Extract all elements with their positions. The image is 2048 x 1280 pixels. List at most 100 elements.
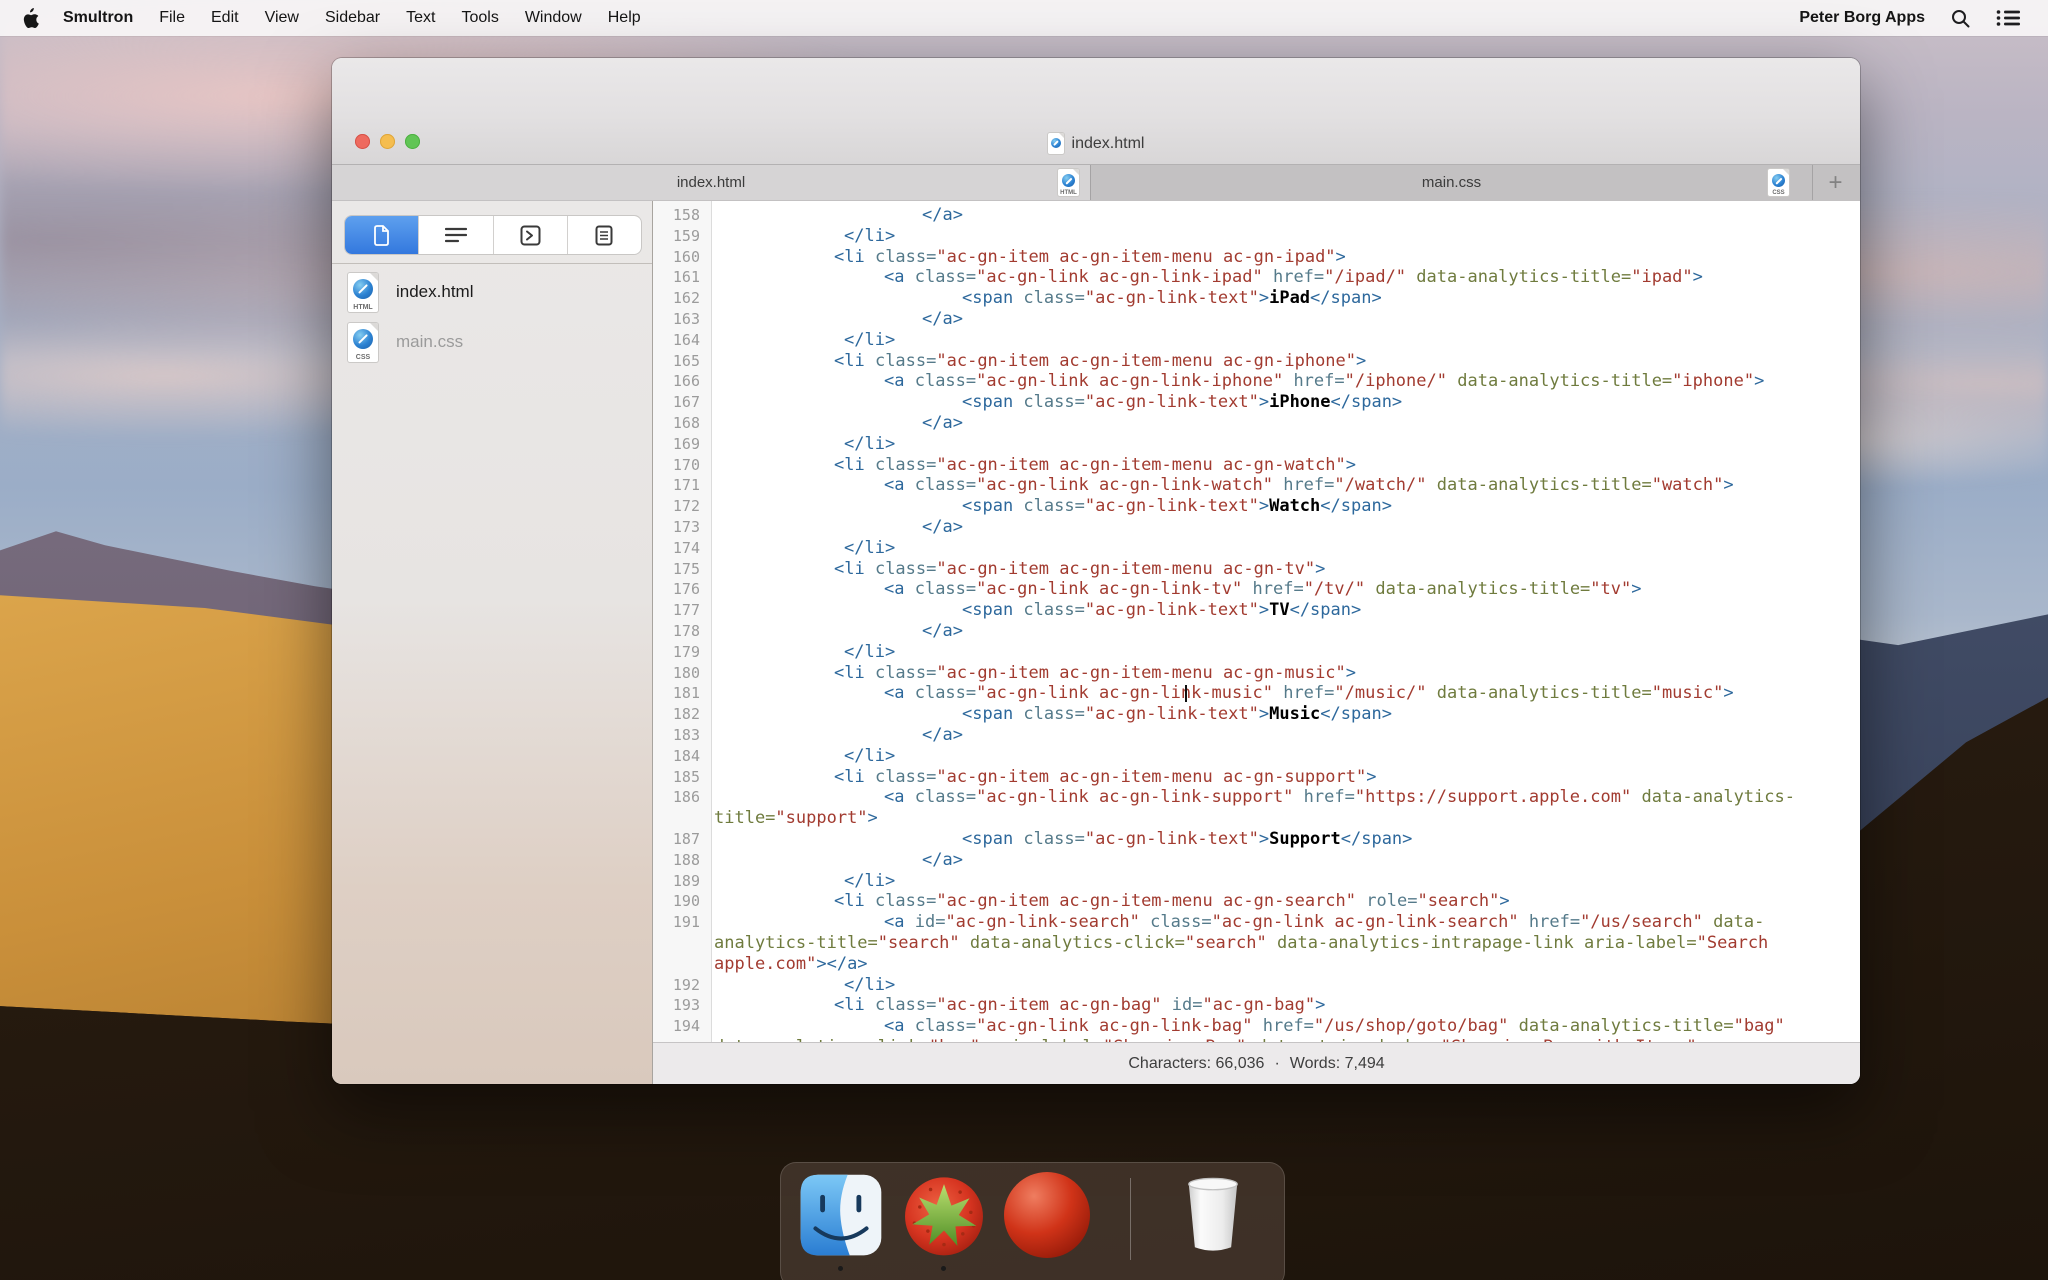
line-number: 177	[672, 601, 700, 620]
line-number: 178	[672, 622, 700, 640]
code-line[interactable]: </li>	[844, 871, 895, 892]
smultron-strawberry-icon[interactable]	[901, 1172, 987, 1258]
notes-view-button[interactable]	[568, 216, 641, 254]
code-line[interactable]: </a>	[922, 413, 963, 434]
code-line[interactable]: </a>	[922, 205, 963, 226]
red-ball-icon[interactable]	[1004, 1172, 1090, 1258]
search-icon[interactable]	[1951, 9, 1970, 28]
line-number: 186	[672, 788, 700, 807]
snippets-view-button[interactable]	[494, 216, 568, 254]
code-line[interactable]: <span class="ac-gn-link-text">Support</s…	[962, 829, 1412, 850]
code-line[interactable]: <a class="ac-gn-link ac-gn-link-music" h…	[884, 683, 1734, 704]
tab-index-html[interactable]: index.html HTML	[332, 165, 1090, 200]
code-line[interactable]: <a class="ac-gn-link ac-gn-link-iphone" …	[884, 371, 1764, 392]
apple-menu-icon[interactable]	[22, 8, 40, 28]
line-number: 172	[672, 497, 700, 516]
line-number: 187	[672, 830, 700, 848]
file-item-index-html[interactable]: HTML index.html	[332, 267, 652, 317]
menu-item-view[interactable]: View	[252, 0, 312, 36]
word-count: Words: 7,494	[1289, 1055, 1385, 1072]
code-line[interactable]: </a>	[922, 309, 963, 330]
code-line[interactable]: </a>	[922, 725, 963, 746]
line-number: 159	[672, 226, 700, 245]
document-icon	[1047, 133, 1064, 154]
sidebar-footer	[332, 1042, 653, 1084]
code-line[interactable]: <a id="ac-gn-link-search" class="ac-gn-l…	[884, 912, 1764, 933]
code-line[interactable]: <a class="ac-gn-link ac-gn-link-support"…	[884, 787, 1795, 808]
code-line[interactable]: </a>	[922, 517, 963, 538]
line-number: 176	[672, 580, 700, 599]
code-line[interactable]: </a>	[922, 850, 963, 871]
line-number: 161	[672, 268, 700, 287]
menu-item-edit[interactable]: Edit	[198, 0, 252, 36]
trash-icon[interactable]	[1170, 1172, 1256, 1258]
code-line[interactable]: <span class="ac-gn-link-text">Watch</spa…	[962, 496, 1392, 517]
line-number: 175	[672, 559, 700, 578]
menu-item-window[interactable]: Window	[512, 0, 595, 36]
code-line[interactable]: <li class="ac-gn-item ac-gn-item-menu ac…	[834, 767, 1377, 788]
code-line[interactable]: <span class="ac-gn-link-text">TV</span>	[962, 600, 1361, 621]
line-number: 162	[672, 289, 700, 308]
list-icon[interactable]	[1996, 9, 2020, 27]
code-editor[interactable]: 158 159 160 161 162 163 164 165 166 167 168 169 170 1…	[653, 201, 1860, 1042]
code-line[interactable]: </li>	[844, 975, 895, 996]
code-line[interactable]: <li class="ac-gn-item ac-gn-item-menu ac…	[834, 247, 1346, 268]
code-line[interactable]: <span class="ac-gn-link-text">iPad</span…	[962, 288, 1382, 309]
documents-view-button[interactable]	[345, 216, 420, 254]
line-number: 185	[672, 767, 700, 786]
code-line[interactable]: <li class="ac-gn-item ac-gn-item-menu ac…	[834, 351, 1366, 372]
sidebar-divider	[332, 263, 652, 264]
css-file-icon: CSS	[1768, 169, 1789, 196]
code-line[interactable]: analytics-title="search" data-analytics-…	[714, 933, 1768, 954]
code-line[interactable]: title="support">	[714, 808, 878, 829]
code-line[interactable]: </li>	[844, 330, 895, 351]
code-line[interactable]: <li class="ac-gn-item ac-gn-item-menu ac…	[834, 891, 1510, 912]
code-line[interactable]: <li class="ac-gn-item ac-gn-item-menu ac…	[834, 455, 1356, 476]
menu-item-file[interactable]: File	[146, 0, 198, 36]
code-line[interactable]: <li class="ac-gn-item ac-gn-item-menu ac…	[834, 663, 1356, 684]
status-separator: ·	[1274, 1055, 1280, 1072]
html-file-icon: HTML	[1058, 169, 1079, 196]
code-line[interactable]: </li>	[844, 434, 895, 455]
line-number: 174	[672, 538, 700, 557]
line-number: 183	[672, 726, 700, 744]
menu-item-sidebar[interactable]: Sidebar	[312, 0, 393, 36]
code-line[interactable]: <span class="ac-gn-link-text">Music</spa…	[962, 704, 1392, 725]
finder-running-dot	[838, 1266, 843, 1271]
file-item-main-css[interactable]: CSS main.css	[332, 317, 652, 367]
menu-bar-right: Peter Borg Apps	[1799, 9, 2048, 28]
menu-extra-title[interactable]: Peter Borg Apps	[1799, 9, 1925, 27]
code-line[interactable]: <a class="ac-gn-link ac-gn-link-ipad" hr…	[884, 267, 1703, 288]
line-number: 171	[672, 476, 700, 495]
code-line[interactable]: </li>	[844, 642, 895, 663]
menu-item-text[interactable]: Text	[393, 0, 448, 36]
menu-bar: Smultron File Edit View Sidebar Text Tools Wind…	[0, 0, 2048, 36]
code-line[interactable]: </li>	[844, 538, 895, 559]
menu-item-help[interactable]: Help	[595, 0, 654, 36]
code-line[interactable]: </li>	[844, 226, 895, 247]
code-line[interactable]: apple.com"></a>	[714, 954, 868, 975]
line-number: 163	[672, 310, 700, 328]
new-tab-button[interactable]: +	[1812, 165, 1859, 200]
code-line[interactable]: </li>	[844, 746, 895, 767]
smultron-running-dot	[941, 1266, 946, 1271]
finder-icon[interactable]	[798, 1172, 884, 1258]
line-number: 190	[672, 892, 700, 911]
code-line[interactable]: <a class="ac-gn-link ac-gn-link-watch" h…	[884, 475, 1734, 496]
code-line[interactable]: </a>	[922, 621, 963, 642]
tab-main-css[interactable]: main.css CSS	[1091, 165, 1812, 200]
line-number: 170	[672, 455, 700, 474]
code-line[interactable]: <span class="ac-gn-link-text">iPhone</sp…	[962, 392, 1402, 413]
code-line[interactable]: <li class="ac-gn-item ac-gn-bag" id="ac-…	[834, 995, 1325, 1016]
line-number: 165	[672, 351, 700, 370]
menu-item-tools[interactable]: Tools	[448, 0, 511, 36]
dock	[780, 1162, 1285, 1280]
code-line[interactable]: <a class="ac-gn-link ac-gn-link-bag" hre…	[884, 1016, 1785, 1037]
line-number: 189	[672, 871, 700, 890]
menu-item-smultron[interactable]: Smultron	[48, 0, 146, 36]
code-line[interactable]: <a class="ac-gn-link ac-gn-link-tv" href…	[884, 579, 1642, 600]
line-number: 168	[672, 414, 700, 432]
title-bar[interactable]: index.html	[332, 58, 1860, 209]
line-view-button[interactable]	[419, 216, 494, 254]
code-line[interactable]: <li class="ac-gn-item ac-gn-item-menu ac…	[834, 559, 1325, 580]
